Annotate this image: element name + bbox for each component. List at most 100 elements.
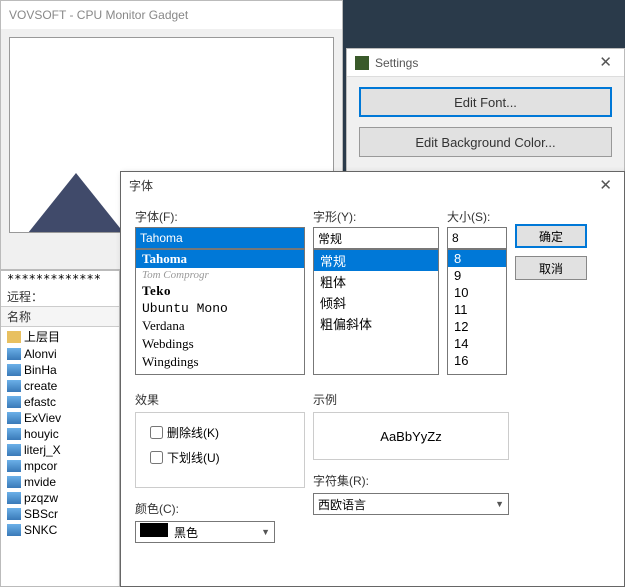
list-item[interactable]: 上层目 (1, 327, 119, 346)
list-item[interactable]: mvide (1, 474, 119, 490)
cpu-graph-peak (28, 173, 124, 233)
file-icon (7, 444, 21, 456)
font-option[interactable]: Teko (136, 282, 304, 300)
list-item-label: pzqzw (24, 491, 58, 505)
color-label: 颜色(C): (135, 500, 305, 517)
font-family-list[interactable]: TahomaTom ComprogrTekoUbuntu MonoVerdana… (135, 249, 305, 375)
password-field-masked[interactable]: ************* (1, 271, 119, 287)
list-item[interactable]: BinHa (1, 362, 119, 378)
style-option[interactable]: 常规 (314, 250, 438, 271)
settings-window: Settings ✕ Edit Font... Edit Background … (346, 48, 625, 178)
script-combo[interactable]: 西欧语言 ▼ (313, 493, 509, 515)
font-dialog: 字体 ✕ 字体(F): TahomaTom ComprogrTekoUbuntu… (120, 171, 625, 587)
settings-icon (355, 56, 369, 70)
list-item-label: create (24, 379, 57, 393)
list-item-label: SBScr (24, 507, 58, 521)
list-item[interactable]: efastc (1, 394, 119, 410)
file-icon (7, 492, 21, 504)
size-option[interactable]: 9 (448, 267, 506, 284)
size-option[interactable]: 10 (448, 284, 506, 301)
font-option[interactable]: Tahoma (136, 250, 304, 268)
list-item[interactable]: SBScr (1, 506, 119, 522)
list-item[interactable]: mpcor (1, 458, 119, 474)
file-icon (7, 380, 21, 392)
chevron-down-icon: ▼ (261, 527, 270, 537)
file-icon (7, 428, 21, 440)
list-item[interactable]: create (1, 378, 119, 394)
list-item-label: Alonvi (24, 347, 57, 361)
size-option[interactable]: 12 (448, 318, 506, 335)
cpu-monitor-titlebar[interactable]: VOVSOFT - CPU Monitor Gadget (1, 1, 342, 29)
color-swatch-black (140, 523, 168, 537)
size-option[interactable]: 11 (448, 301, 506, 318)
list-item[interactable]: ExViev (1, 410, 119, 426)
edit-background-color-button[interactable]: Edit Background Color... (359, 127, 612, 157)
font-style-list[interactable]: 常规粗体倾斜粗偏斜体 (313, 249, 439, 375)
list-item-label: houyic (24, 427, 59, 441)
file-icon (7, 348, 21, 360)
underline-label: 下划线(U) (167, 449, 220, 466)
font-size-list[interactable]: 891011121416 (447, 249, 507, 375)
strikeout-label: 删除线(K) (167, 424, 219, 441)
style-option[interactable]: 粗体 (314, 271, 438, 292)
list-item-label: SNKC (24, 523, 57, 537)
font-option[interactable]: Ubuntu Mono (136, 300, 304, 317)
file-icon (7, 508, 21, 520)
strikeout-checkbox-row[interactable]: 删除线(K) (146, 423, 294, 442)
font-option[interactable]: Wingdings (136, 353, 304, 371)
color-combo[interactable]: 黑色 ▼ (135, 521, 275, 543)
file-explorer-panel: ************* 远程： 名称 上层目AlonviBinHacreat… (0, 270, 120, 587)
font-size-input[interactable] (447, 227, 507, 249)
font-style-label: 字形(Y): (313, 208, 439, 225)
underline-checkbox[interactable] (150, 451, 163, 464)
list-item[interactable]: pzqzw (1, 490, 119, 506)
underline-checkbox-row[interactable]: 下划线(U) (146, 448, 294, 467)
cancel-button[interactable]: 取消 (515, 256, 587, 280)
file-icon (7, 412, 21, 424)
edit-font-button[interactable]: Edit Font... (359, 87, 612, 117)
file-tree: 上层目Alonvi BinHa create efastc ExViev houyic li… (1, 327, 119, 538)
list-item[interactable]: SNKC (1, 522, 119, 538)
strikeout-checkbox[interactable] (150, 426, 163, 439)
list-item-label: BinHa (24, 363, 57, 377)
list-item-label: mvide (24, 475, 56, 489)
color-value: 黑色 (174, 526, 198, 540)
close-icon[interactable]: ✕ (595, 49, 616, 77)
list-item[interactable]: Alonvi (1, 346, 119, 362)
effects-label: 效果 (135, 391, 305, 408)
settings-titlebar[interactable]: Settings ✕ (347, 49, 624, 77)
folder-icon (7, 331, 21, 343)
script-value: 西欧语言 (318, 496, 366, 513)
sample-text: AaBbYyZz (380, 429, 441, 444)
file-icon (7, 396, 21, 408)
size-option[interactable]: 8 (448, 250, 506, 267)
list-item-label: efastc (24, 395, 56, 409)
file-icon (7, 524, 21, 536)
ok-button[interactable]: 确定 (515, 224, 587, 248)
font-dialog-titlebar[interactable]: 字体 ✕ (121, 172, 624, 200)
size-option[interactable]: 16 (448, 352, 506, 369)
style-option[interactable]: 粗偏斜体 (314, 313, 438, 334)
list-item[interactable]: houyic (1, 426, 119, 442)
close-icon[interactable]: ✕ (595, 172, 616, 200)
effects-group: 删除线(K) 下划线(U) (135, 412, 305, 488)
font-family-label: 字体(F): (135, 208, 305, 225)
sample-label: 示例 (313, 391, 509, 408)
font-style-input[interactable] (313, 227, 439, 249)
font-option[interactable]: Webdings (136, 335, 304, 353)
list-item-label: mpcor (24, 459, 57, 473)
file-icon (7, 460, 21, 472)
chevron-down-icon: ▼ (495, 499, 504, 509)
list-item[interactable]: literj_X (1, 442, 119, 458)
font-option[interactable]: Verdana (136, 317, 304, 335)
style-option[interactable]: 倾斜 (314, 292, 438, 313)
size-option[interactable]: 14 (448, 335, 506, 352)
name-column-header[interactable]: 名称 (1, 306, 119, 327)
list-item-label: literj_X (24, 443, 61, 457)
font-family-input[interactable] (135, 227, 305, 249)
list-item-label: ExViev (24, 411, 61, 425)
cpu-monitor-title: VOVSOFT - CPU Monitor Gadget (9, 1, 188, 29)
font-dialog-title: 字体 (129, 172, 153, 200)
font-option[interactable]: Tom Comprogr (136, 268, 304, 282)
file-icon (7, 476, 21, 488)
